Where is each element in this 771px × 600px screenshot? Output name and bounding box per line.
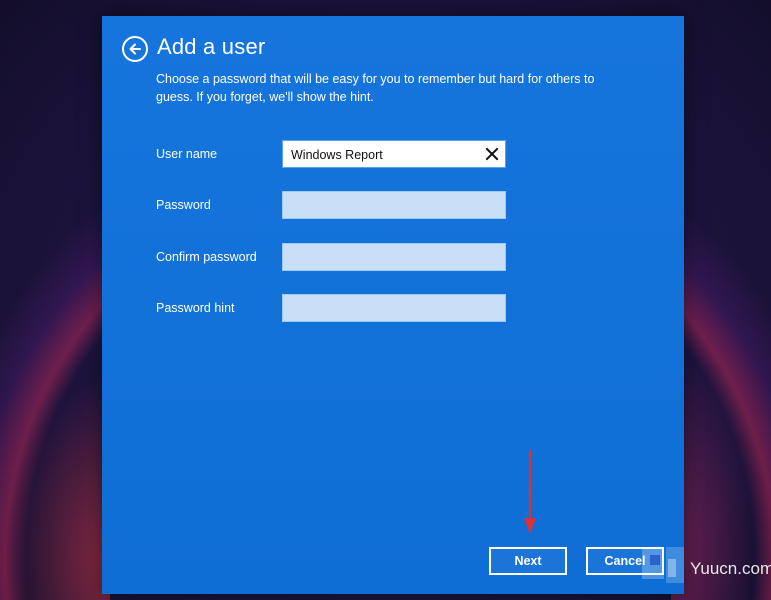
watermark-logo-icon xyxy=(642,547,684,583)
form-row-confirm-password: Confirm password xyxy=(156,243,516,271)
annotation-arrow-icon xyxy=(524,450,536,534)
confirm-password-label: Confirm password xyxy=(156,250,257,264)
user-name-label: User name xyxy=(156,147,218,161)
user-name-value: Windows Report xyxy=(291,148,383,162)
form-row-user-name: User name Windows Report xyxy=(156,140,516,168)
password-hint-input[interactable] xyxy=(282,294,506,322)
add-user-dialog: Add a user Choose a password that will b… xyxy=(102,16,684,594)
confirm-password-input[interactable] xyxy=(282,243,506,271)
form-row-password-hint: Password hint xyxy=(156,294,516,322)
user-name-input[interactable]: Windows Report xyxy=(282,140,506,168)
password-input[interactable] xyxy=(282,191,506,219)
back-arrow-icon xyxy=(129,43,141,55)
dialog-title: Add a user xyxy=(157,34,266,59)
watermark-text: Yuucn.com xyxy=(690,559,771,578)
watermark: Yuucn.com xyxy=(640,543,771,589)
back-button[interactable] xyxy=(122,36,148,62)
password-label: Password xyxy=(156,198,211,212)
form-row-password: Password xyxy=(156,191,516,219)
dialog-subtitle: Choose a password that will be easy for … xyxy=(156,72,595,104)
next-button[interactable]: Next xyxy=(489,547,567,575)
clear-icon[interactable] xyxy=(485,147,499,161)
password-hint-label: Password hint xyxy=(156,301,235,315)
wallpaper-glow-left xyxy=(0,300,110,600)
